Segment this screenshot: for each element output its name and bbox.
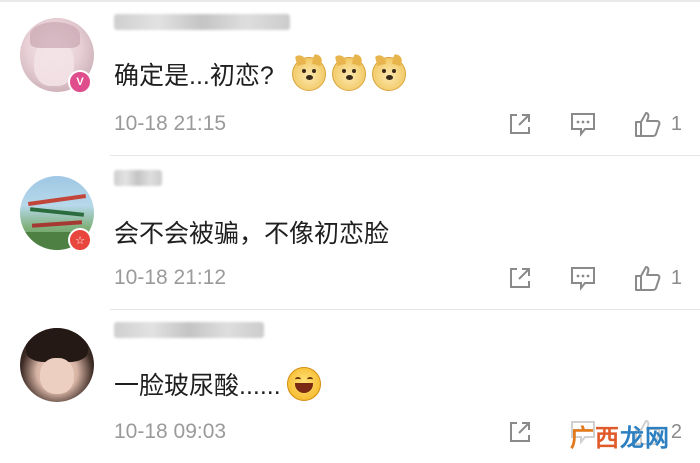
comment-icon xyxy=(570,267,595,291)
comment-text: 会不会被骗，不像初恋脸 xyxy=(114,220,390,248)
laughing-emoji-icon xyxy=(286,367,321,401)
comment-time: 10-18 21:12 xyxy=(114,266,227,289)
reply-button[interactable] xyxy=(569,111,597,137)
comment-icon xyxy=(570,113,595,137)
verified-badge-icon: V xyxy=(68,70,92,94)
username-blurred[interactable] xyxy=(114,170,162,186)
watermark-logo: 广 西 龙网 xyxy=(570,418,670,453)
watermark-part: 龙网 xyxy=(620,425,670,452)
username-blurred[interactable] xyxy=(114,14,290,30)
like-count: 2 xyxy=(670,420,682,443)
like-count: 1 xyxy=(670,266,682,289)
star-badge-icon: ☆ xyxy=(68,228,92,252)
comment-time: 10-18 21:15 xyxy=(114,112,227,135)
like-button[interactable]: 1 xyxy=(633,264,682,292)
share-button[interactable] xyxy=(507,419,533,445)
comment-text: 一脸玻尿酸...... xyxy=(114,372,281,400)
watermark-part: 西 xyxy=(595,425,620,452)
like-button[interactable]: 1 xyxy=(633,110,682,138)
comment-time: 10-18 09:03 xyxy=(114,420,227,443)
avatar[interactable] xyxy=(20,328,94,402)
watermark-part: 广 xyxy=(570,425,595,452)
comment-text: 确定是...初恋? xyxy=(114,62,274,90)
dog-emoji-icon xyxy=(371,54,406,91)
thumbs-up-icon xyxy=(634,266,661,291)
comment-item: V 确定是...初恋? 10-18 21:15 1 xyxy=(0,0,700,156)
comment-actions: 1 xyxy=(507,110,682,138)
share-icon xyxy=(509,268,530,288)
thumbs-up-icon xyxy=(634,112,661,137)
dog-emoji-icon xyxy=(291,54,326,91)
comment-text-container: 一脸玻尿酸...... xyxy=(114,366,321,402)
comment-text-container: 会不会被骗，不像初恋脸 xyxy=(114,214,389,250)
share-button[interactable] xyxy=(507,111,533,137)
comment-text-container: 确定是...初恋? xyxy=(114,54,406,92)
username-blurred[interactable] xyxy=(114,322,264,338)
dog-emoji-icon xyxy=(331,54,366,91)
share-button[interactable] xyxy=(507,265,533,291)
share-icon xyxy=(509,114,530,134)
comment-actions: 1 xyxy=(507,264,682,292)
comment-item: ☆ 会不会被骗，不像初恋脸 10-18 21:12 1 xyxy=(0,156,700,310)
reply-button[interactable] xyxy=(569,265,597,291)
share-icon xyxy=(509,422,530,442)
like-count: 1 xyxy=(670,112,682,135)
